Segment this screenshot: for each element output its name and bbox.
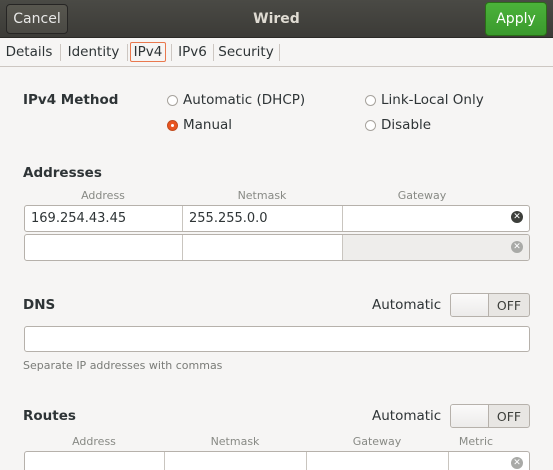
netmask-input[interactable]: 255.255.0.0 xyxy=(183,206,343,231)
radio-indicator xyxy=(365,119,376,131)
tab-ipv6[interactable]: IPv6 xyxy=(173,38,212,66)
window-title: Wired xyxy=(253,11,300,27)
addresses-label: Addresses xyxy=(23,165,102,181)
switch-state: OFF xyxy=(496,408,522,424)
routes-col-metric: Metric xyxy=(458,435,494,448)
tab-identity[interactable]: Identity xyxy=(62,38,125,66)
dns-automatic-switch[interactable]: OFF xyxy=(450,293,530,317)
switch-knob xyxy=(451,294,489,316)
close-circle-icon[interactable]: ✕ xyxy=(511,241,523,253)
routes-automatic-switch[interactable]: OFF xyxy=(450,404,530,428)
addresses-col-address: Address xyxy=(81,189,125,202)
address-row xyxy=(24,234,530,261)
radio-indicator-checked xyxy=(167,119,178,131)
apply-button[interactable]: Apply xyxy=(485,2,547,36)
switch-knob xyxy=(451,405,489,427)
route-metric-input[interactable] xyxy=(449,452,505,470)
gateway-input[interactable] xyxy=(343,235,529,260)
address-row: 169.254.43.45 255.255.0.0 xyxy=(24,205,530,232)
routes-label: Routes xyxy=(23,408,76,424)
close-circle-icon[interactable]: ✕ xyxy=(511,457,523,469)
dns-input[interactable] xyxy=(24,326,530,352)
tab-divider xyxy=(279,44,280,61)
tab-label: Identity xyxy=(67,44,120,60)
route-address-input[interactable] xyxy=(25,452,165,470)
tab-ipv4[interactable]: IPv4 xyxy=(128,38,168,66)
radio-label: Disable xyxy=(381,117,432,133)
gateway-input[interactable] xyxy=(343,206,503,231)
radio-indicator xyxy=(365,94,376,106)
address-input[interactable]: 169.254.43.45 xyxy=(25,206,183,231)
switch-state: OFF xyxy=(496,297,522,313)
header-bar: Cancel Wired Apply xyxy=(0,0,553,38)
tab-security[interactable]: Security xyxy=(215,38,277,66)
tab-details[interactable]: Details xyxy=(0,38,58,66)
tab-divider xyxy=(213,44,214,61)
route-netmask-input[interactable] xyxy=(165,452,307,470)
addresses-col-netmask: Netmask xyxy=(237,189,287,202)
dns-automatic-label: Automatic xyxy=(372,297,442,313)
address-input[interactable] xyxy=(25,235,183,260)
tab-label: Details xyxy=(5,44,53,60)
radio-disable[interactable]: Disable xyxy=(365,117,431,133)
routes-col-address: Address xyxy=(72,435,116,448)
cancel-button[interactable]: Cancel xyxy=(6,4,68,34)
addresses-col-gateway: Gateway xyxy=(397,189,447,202)
tab-bar: Details Identity IPv4 IPv6 Security xyxy=(0,38,553,67)
routes-col-gateway: Gateway xyxy=(352,435,402,448)
routes-col-netmask: Netmask xyxy=(210,435,260,448)
radio-indicator xyxy=(167,94,178,106)
dns-label: DNS xyxy=(23,297,56,313)
tab-label: IPv4 xyxy=(129,42,167,62)
radio-manual[interactable]: Manual xyxy=(167,117,232,133)
radio-label: Automatic (DHCP) xyxy=(183,92,306,108)
tab-divider xyxy=(60,44,61,61)
route-gateway-input[interactable] xyxy=(307,452,449,470)
radio-label: Link-Local Only xyxy=(381,92,484,108)
tab-label: Security xyxy=(218,44,274,60)
tab-divider xyxy=(171,44,172,61)
tab-label: IPv6 xyxy=(178,44,207,60)
close-circle-icon[interactable]: ✕ xyxy=(511,211,523,223)
ipv4-method-label: IPv4 Method xyxy=(23,92,119,108)
dns-hint: Separate IP addresses with commas xyxy=(23,359,223,372)
routes-automatic-label: Automatic xyxy=(372,408,442,424)
radio-automatic-dhcp[interactable]: Automatic (DHCP) xyxy=(167,92,305,108)
netmask-input[interactable] xyxy=(183,235,343,260)
radio-link-local-only[interactable]: Link-Local Only xyxy=(365,92,484,108)
route-row xyxy=(24,451,530,470)
radio-label: Manual xyxy=(183,117,233,133)
